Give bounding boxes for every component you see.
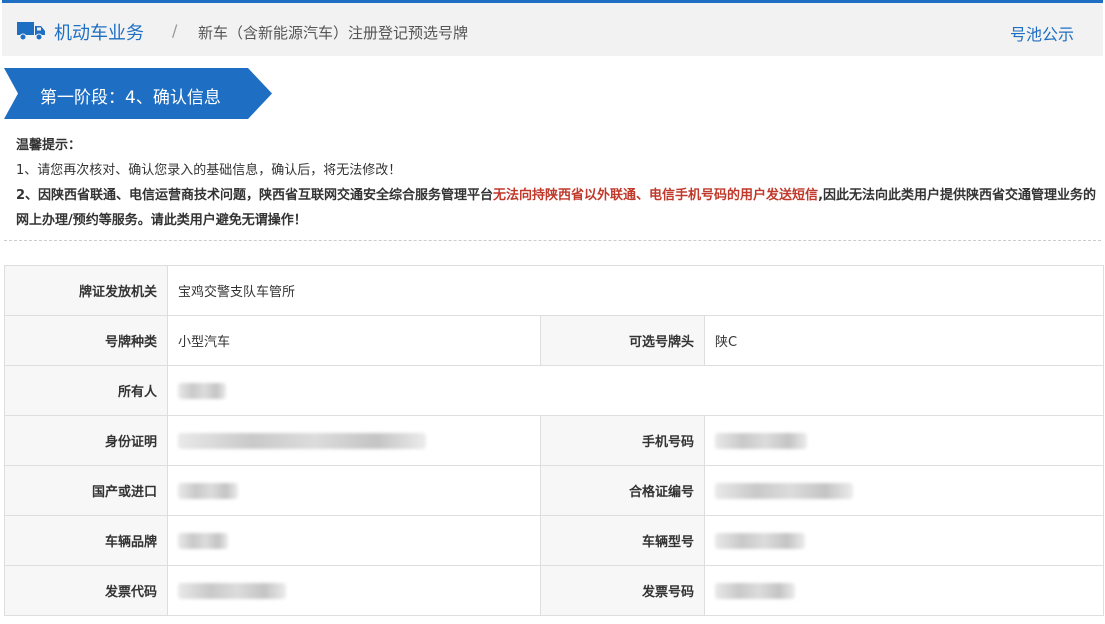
redacted-value <box>715 582 795 599</box>
redacted-value <box>715 482 853 499</box>
table-row: 号牌种类 小型汽车 可选号牌头 陕C <box>4 315 1104 366</box>
notice-line-1: 1、请您再次核对、确认您录入的基础信息，确认后，将无法修改！ <box>16 163 402 178</box>
brand-label: 车辆品牌 <box>4 515 168 566</box>
table-row: 牌证发放机关 宝鸡交警支队车管所 <box>4 265 1104 316</box>
notice-title: 温馨提示： <box>16 138 82 153</box>
model-label: 车辆型号 <box>540 515 705 566</box>
notice-line-2: 2、因陕西省联通、电信运营商技术问题，陕西省互联网交通安全综合服务管理平台无法向… <box>16 183 1096 233</box>
id-card-value <box>167 415 541 466</box>
plate-prefix-label: 可选号牌头 <box>540 315 705 366</box>
breadcrumb-home-link[interactable]: 机动车业务 <box>54 19 144 45</box>
plate-type-label: 号牌种类 <box>4 315 168 366</box>
phone-label: 手机号码 <box>540 415 705 466</box>
invoice-no-label: 发票号码 <box>540 565 705 616</box>
notice-line-2-prefix: 2、因陕西省联通、电信运营商技术问题，陕西省互联网交通安全综合服务管理平台 <box>16 188 494 203</box>
table-row: 所有人 <box>4 365 1104 416</box>
issuing-authority-label: 牌证发放机关 <box>4 265 168 316</box>
breadcrumb-current: 新车（含新能源汽车）注册登记预选号牌 <box>198 24 469 42</box>
table-row: 车辆品牌 车辆型号 <box>4 515 1104 566</box>
number-pool-link[interactable]: 号池公示 <box>1010 21 1074 45</box>
divider <box>4 240 1101 241</box>
phone-value <box>704 415 1104 466</box>
notice-box: 温馨提示： 1、请您再次核对、确认您录入的基础信息，确认后，将无法修改！ 2、因… <box>16 133 1096 233</box>
breadcrumb-separator: / <box>172 21 178 40</box>
invoice-code-label: 发票代码 <box>4 565 168 616</box>
breadcrumb-bar: 机动车业务 / 新车（含新能源汽车）注册登记预选号牌 号池公示 <box>2 0 1103 56</box>
invoice-no-value <box>704 565 1104 616</box>
vehicle-info-table: 牌证发放机关 宝鸡交警支队车管所 号牌种类 小型汽车 可选号牌头 陕C 所有人 … <box>4 265 1104 616</box>
cert-no-label: 合格证编号 <box>540 465 705 516</box>
origin-label: 国产或进口 <box>4 465 168 516</box>
redacted-value <box>715 532 805 549</box>
stage-banner: 第一阶段：4、确认信息 <box>4 68 272 119</box>
redacted-value <box>715 432 807 449</box>
stage-title: 第一阶段：4、确认信息 <box>40 88 221 108</box>
issuing-authority-value: 宝鸡交警支队车管所 <box>167 265 1104 316</box>
notice-line-2-warning: 无法向持陕西省以外联通、电信手机号码的用户发送短信 <box>493 188 819 203</box>
plate-prefix-value: 陕C <box>704 315 1104 366</box>
owner-value <box>167 365 1104 416</box>
owner-label: 所有人 <box>4 365 168 416</box>
table-row: 身份证明 手机号码 <box>4 415 1104 466</box>
plate-type-value: 小型汽车 <box>167 315 541 366</box>
origin-value <box>167 465 541 516</box>
cert-no-value <box>704 465 1104 516</box>
id-card-label: 身份证明 <box>4 415 168 466</box>
redacted-value <box>178 482 238 499</box>
invoice-code-value <box>167 565 541 616</box>
model-value <box>704 515 1104 566</box>
redacted-value <box>178 582 286 599</box>
redacted-value <box>178 382 226 399</box>
redacted-value <box>178 432 426 449</box>
table-row: 发票代码 发票号码 <box>4 565 1104 616</box>
truck-icon <box>17 22 45 40</box>
table-row: 国产或进口 合格证编号 <box>4 465 1104 516</box>
brand-value <box>167 515 541 566</box>
redacted-value <box>178 532 228 549</box>
